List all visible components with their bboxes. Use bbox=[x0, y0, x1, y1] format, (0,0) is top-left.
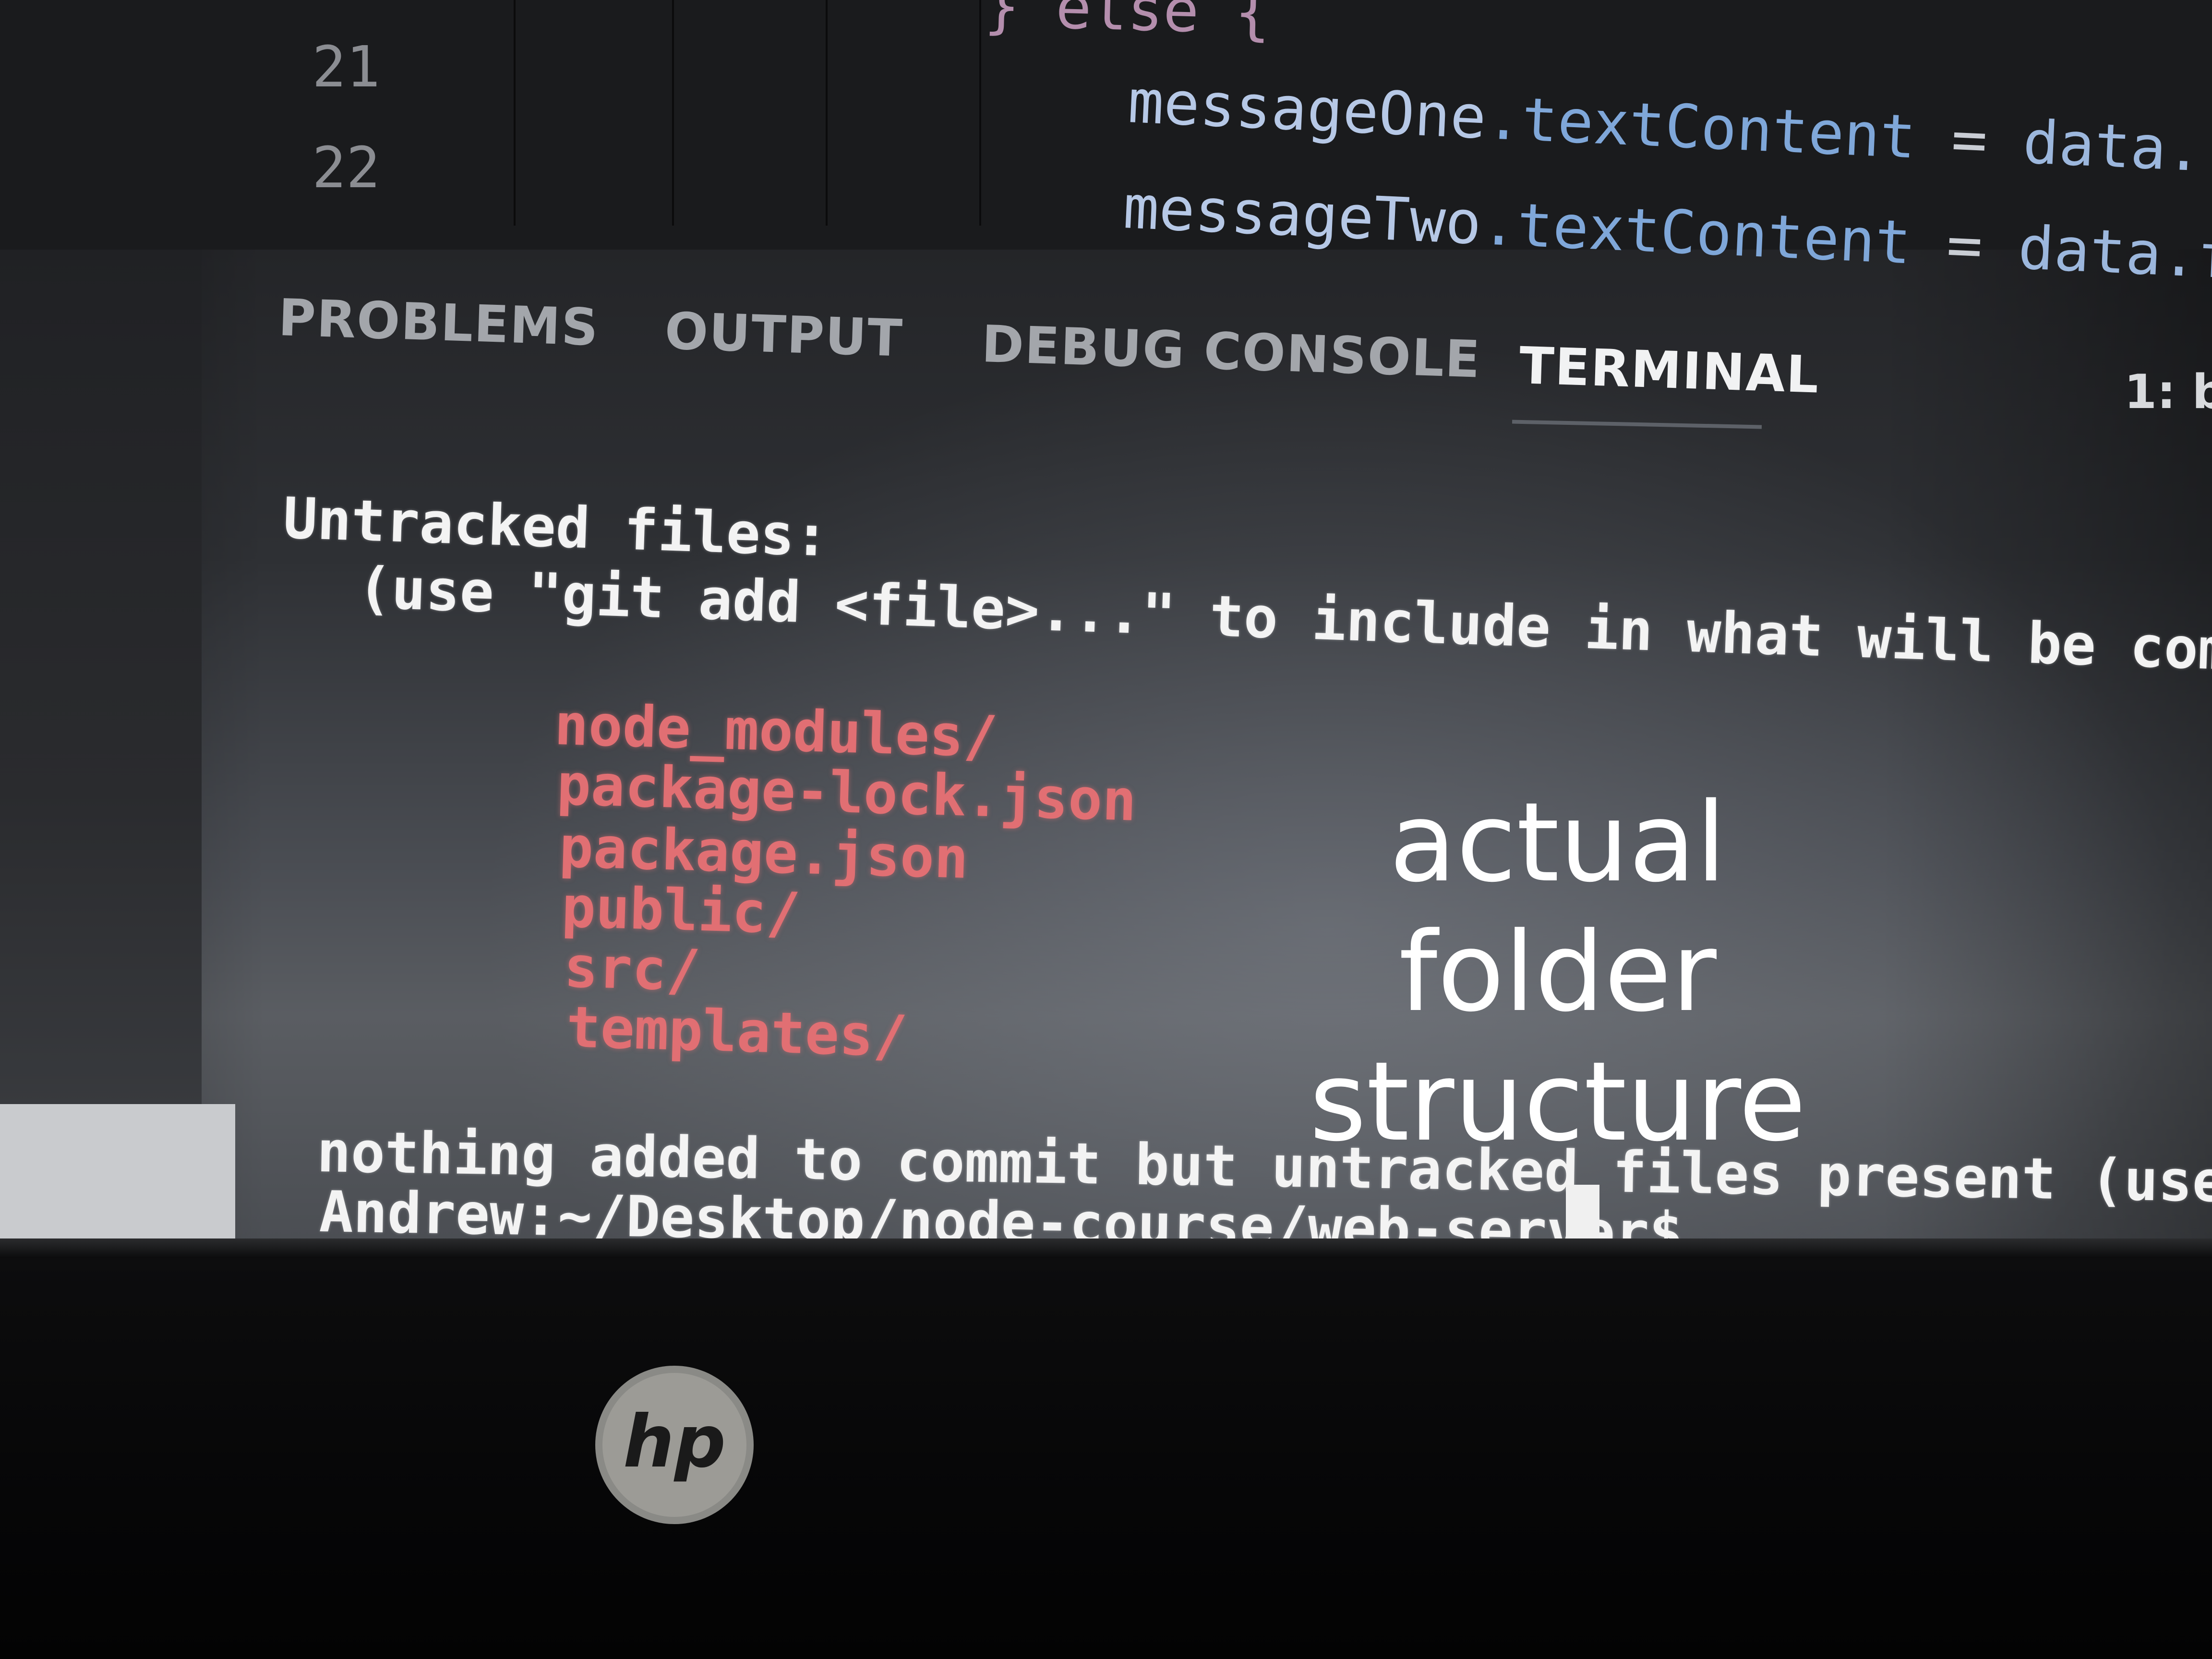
code-value: data. bbox=[2021, 108, 2204, 185]
bottom-panel bbox=[0, 250, 2212, 1238]
code-line[interactable]: messageOne.textContent = data. bbox=[1127, 67, 2204, 185]
terminal-selector[interactable]: 1: ba bbox=[2124, 365, 2212, 420]
indent-guide bbox=[979, 0, 981, 226]
indent-guide bbox=[826, 0, 828, 226]
code-editor[interactable]: } else { 21 22 messageOne.textContent = … bbox=[0, 0, 2212, 292]
overlay-caption: actual folder structure bbox=[1248, 778, 1867, 1166]
hp-logo-text: hp bbox=[623, 1400, 726, 1484]
code-operator: = bbox=[1914, 103, 2025, 177]
line-number: 21 bbox=[312, 34, 381, 100]
indent-guide bbox=[672, 0, 674, 226]
untracked-file: src/ bbox=[563, 934, 701, 1004]
code-property: .textContent bbox=[1484, 83, 1917, 172]
laptop-screen: } else { 21 22 messageOne.textContent = … bbox=[0, 0, 2212, 1238]
code-line-partial: } else { bbox=[983, 0, 1272, 48]
laptop-deck bbox=[0, 1258, 2212, 1659]
code-identifier: messageOne bbox=[1126, 67, 1488, 153]
indent-guide bbox=[514, 0, 516, 226]
tab-problems[interactable]: PROBLEMS bbox=[277, 288, 600, 357]
code-identifier: messageTwo bbox=[1121, 173, 1483, 258]
screen-bezel bbox=[0, 1238, 2212, 1258]
photo: } else { 21 22 messageOne.textContent = … bbox=[0, 0, 2212, 1659]
caption-line: actual folder bbox=[1389, 779, 1727, 1036]
tab-output[interactable]: OUTPUT bbox=[664, 301, 904, 368]
caption-line: structure bbox=[1309, 1038, 1806, 1166]
terminal-cursor bbox=[1566, 1185, 1599, 1238]
line-number: 22 bbox=[312, 134, 381, 201]
tab-terminal[interactable]: TERMINAL bbox=[1518, 336, 1820, 405]
hp-logo-icon: hp bbox=[595, 1366, 754, 1524]
untracked-file: templates/ bbox=[565, 994, 909, 1070]
